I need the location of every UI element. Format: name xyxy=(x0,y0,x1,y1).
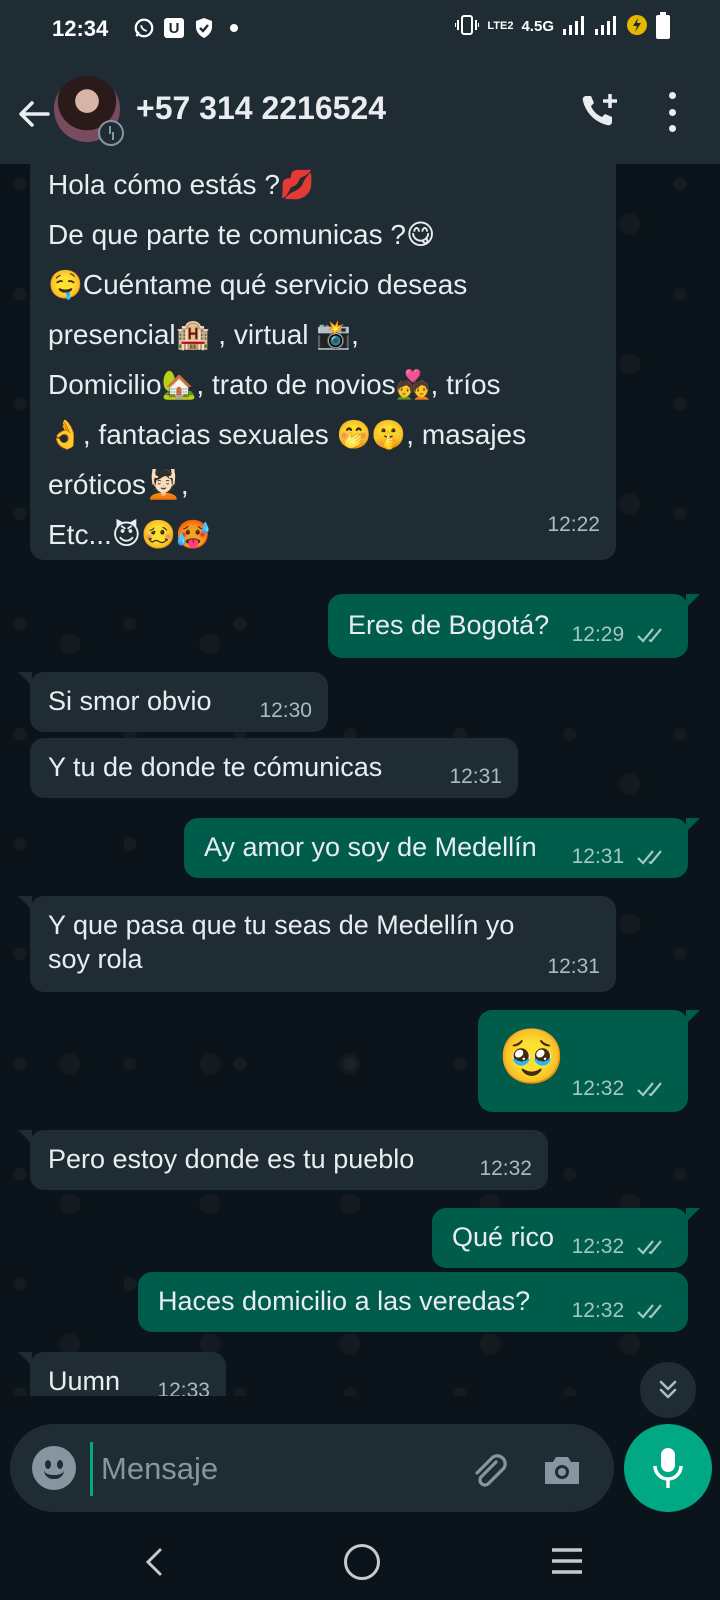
message-text: Ay amor yo soy de Medellín xyxy=(204,832,537,862)
message-text: Y que pasa que tu seas de Medellín yo so… xyxy=(48,910,515,974)
message-line: Hola cómo estás ?💋 xyxy=(48,169,315,200)
signal-icon-1 xyxy=(562,15,586,38)
message-outgoing[interactable]: Qué rico 12:32 xyxy=(432,1208,700,1268)
message-time: 12:31 xyxy=(571,844,625,868)
message-text: Haces domicilio a las veredas? xyxy=(158,1286,531,1316)
chat-area[interactable]: Hola cómo estás ?💋 De que parte te comun… xyxy=(0,164,720,1396)
message-incoming[interactable]: Y tu de donde te cómunicas 12:31 xyxy=(30,738,518,798)
add-call-icon[interactable] xyxy=(578,90,622,134)
whatsapp-icon xyxy=(132,16,156,40)
message-time: 12:22 xyxy=(547,513,600,536)
chat-header: +57 314 2216524 xyxy=(0,62,720,164)
message-incoming[interactable]: Y que pasa que tu seas de Medellín yo so… xyxy=(18,896,616,992)
read-ticks-icon xyxy=(637,628,662,643)
nav-home-icon[interactable] xyxy=(344,1544,380,1580)
message-line: De que parte te comunicas ?😋 xyxy=(48,219,436,250)
read-ticks-icon xyxy=(637,1304,662,1319)
message-line: Etc...😈🥴🥵 xyxy=(48,519,211,550)
signal-icon-2 xyxy=(594,15,618,38)
vibrate-icon xyxy=(454,14,481,39)
attach-icon[interactable] xyxy=(466,1448,510,1492)
shield-check-icon xyxy=(192,16,216,40)
system-icons: LTE2 4.5G xyxy=(454,11,670,39)
battery-icon xyxy=(656,11,670,39)
nav-back-icon[interactable] xyxy=(136,1542,176,1582)
back-arrow-icon[interactable] xyxy=(14,94,54,134)
message-text: Qué rico xyxy=(452,1222,555,1252)
u-app-icon: U xyxy=(164,18,184,38)
power-saving-icon xyxy=(626,14,648,39)
microphone-icon xyxy=(653,1448,683,1488)
message-time: 12:32 xyxy=(571,1234,625,1258)
message-time: 12:32 xyxy=(571,1298,625,1322)
message-time: 12:31 xyxy=(547,955,600,978)
message-line: 👌, fantacias sexuales 🤭🤫, masajes xyxy=(48,419,527,450)
message-time: 12:33 xyxy=(157,1378,210,1396)
message-time: 12:31 xyxy=(449,764,502,788)
camera-icon[interactable] xyxy=(540,1448,584,1492)
read-ticks-icon xyxy=(637,1240,662,1255)
message-time: 12:29 xyxy=(571,622,625,646)
message-outgoing[interactable]: Ay amor yo soy de Medellín 12:31 xyxy=(184,818,700,878)
message-emoji: 🥹 xyxy=(498,1027,566,1087)
voice-message-button[interactable] xyxy=(624,1424,712,1512)
contact-avatar[interactable] xyxy=(54,76,124,146)
message-text: Si smor obvio xyxy=(48,686,212,716)
read-ticks-icon xyxy=(637,1082,662,1097)
message-incoming[interactable]: Si smor obvio 12:30 xyxy=(18,672,328,732)
message-line: eróticos💆🏻, xyxy=(48,469,189,500)
message-line: 🤤Cuéntame qué servicio deseas xyxy=(48,269,468,300)
message-input[interactable] xyxy=(90,1442,463,1496)
message-line: Domicilio🏡, trato de novios💑, tríos xyxy=(48,369,501,400)
message-text: Pero estoy donde es tu pueblo xyxy=(48,1144,415,1174)
read-ticks-icon xyxy=(637,850,662,865)
scroll-to-bottom-button[interactable] xyxy=(640,1362,696,1418)
system-navigation-bar xyxy=(0,1524,720,1600)
notification-icons: U xyxy=(132,16,238,40)
status-time: 12:34 xyxy=(52,16,109,41)
message-incoming[interactable]: Hola cómo estás ?💋 De que parte te comun… xyxy=(30,164,616,560)
message-incoming[interactable]: Pero estoy donde es tu pueblo 12:32 xyxy=(18,1130,548,1190)
double-chevron-down-icon xyxy=(659,1380,677,1399)
message-outgoing[interactable]: Haces domicilio a las veredas? 12:32 xyxy=(138,1272,688,1332)
message-text: Eres de Bogotá? xyxy=(348,610,550,640)
message-outgoing[interactable]: Eres de Bogotá? 12:29 xyxy=(328,594,700,658)
message-time: 12:30 xyxy=(259,698,312,722)
emoji-icon[interactable] xyxy=(32,1446,76,1490)
volte-label: LTE2 xyxy=(487,20,514,32)
contact-name[interactable]: +57 314 2216524 xyxy=(136,90,386,127)
message-line: presencial🏨 , virtual 📸, xyxy=(48,319,359,350)
message-text: Y tu de donde te cómunicas xyxy=(48,752,383,782)
more-notifications-dot xyxy=(230,24,238,32)
message-time: 12:32 xyxy=(479,1156,532,1180)
network-type: 4.5G xyxy=(521,18,554,35)
disappearing-timer-icon xyxy=(98,120,124,146)
message-text: Uumn xyxy=(48,1366,121,1396)
status-bar: 12:34 U LTE2 4.5G xyxy=(0,0,720,62)
message-incoming[interactable]: Uumn 12:33 xyxy=(18,1352,226,1396)
message-time: 12:32 xyxy=(571,1076,625,1100)
nav-recent-apps-icon[interactable] xyxy=(550,1546,584,1576)
more-options-icon[interactable] xyxy=(664,92,680,132)
message-outgoing[interactable]: 🥹 12:32 xyxy=(478,1010,700,1112)
message-composer xyxy=(10,1424,614,1512)
